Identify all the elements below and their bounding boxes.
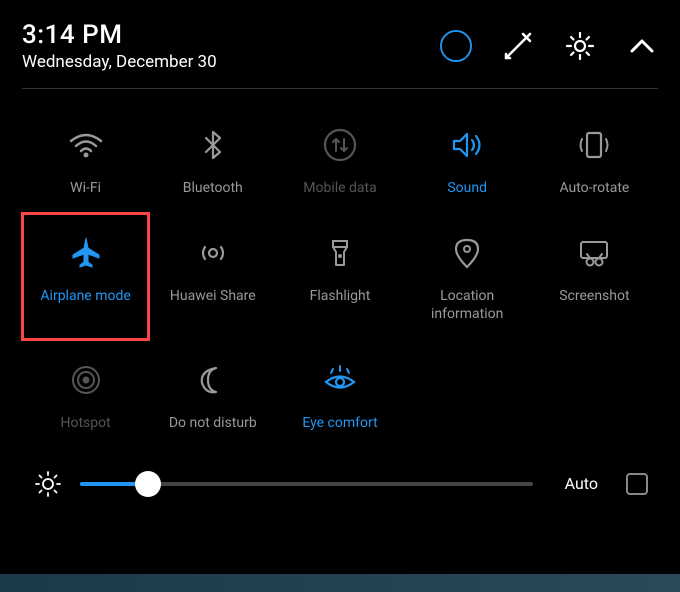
header: 3:14 PM Wednesday, December 30 xyxy=(22,20,658,89)
slider-thumb[interactable] xyxy=(135,471,161,497)
datetime[interactable]: 3:14 PM Wednesday, December 30 xyxy=(22,20,217,72)
sound-label: Sound xyxy=(447,179,487,197)
brightness-icon xyxy=(32,468,64,500)
collapse-icon[interactable] xyxy=(626,30,658,62)
flashlight-icon xyxy=(316,229,364,277)
quick-settings-grid: Wi-Fi Bluetooth Mobile data xyxy=(22,105,658,448)
screenshot-label: Screenshot xyxy=(559,287,629,305)
eye-comfort-icon xyxy=(316,356,364,404)
airplane-icon xyxy=(62,229,110,277)
eye-comfort-label: Eye comfort xyxy=(302,414,377,432)
auto-rotate-toggle[interactable]: Auto-rotate xyxy=(531,105,658,213)
location-label: Location information xyxy=(431,287,503,323)
huawei-share-label: Huawei Share xyxy=(170,287,256,305)
location-icon xyxy=(443,229,491,277)
location-toggle[interactable]: Location information xyxy=(404,213,531,339)
screenshot-button[interactable]: Screenshot xyxy=(531,213,658,339)
sound-icon xyxy=(443,121,491,169)
auto-rotate-label: Auto-rotate xyxy=(559,179,629,197)
bluetooth-icon xyxy=(189,121,237,169)
auto-rotate-icon xyxy=(570,121,618,169)
airplane-mode-label: Airplane mode xyxy=(40,287,130,305)
sound-toggle[interactable]: Sound xyxy=(404,105,531,213)
mobile-data-icon xyxy=(316,121,364,169)
screenshot-icon xyxy=(570,229,618,277)
time-text: 3:14 PM xyxy=(22,20,217,50)
settings-icon[interactable] xyxy=(564,30,596,62)
header-actions xyxy=(440,30,658,62)
flashlight-label: Flashlight xyxy=(310,287,371,305)
auto-brightness-label: Auto xyxy=(565,474,598,493)
airplane-mode-toggle[interactable]: Airplane mode xyxy=(22,213,149,339)
mobile-data-label: Mobile data xyxy=(303,179,376,197)
auto-brightness-checkbox[interactable] xyxy=(626,473,648,495)
brightness-row: Auto xyxy=(22,448,658,520)
bluetooth-label: Bluetooth xyxy=(183,179,243,197)
dnd-icon xyxy=(189,356,237,404)
hotspot-toggle[interactable]: Hotspot xyxy=(22,340,149,448)
mobile-data-toggle[interactable]: Mobile data xyxy=(276,105,403,213)
bottom-gradient xyxy=(0,574,680,592)
huawei-share-toggle[interactable]: Huawei Share xyxy=(149,213,276,339)
flashlight-toggle[interactable]: Flashlight xyxy=(276,213,403,339)
wifi-toggle[interactable]: Wi-Fi xyxy=(22,105,149,213)
date-text: Wednesday, December 30 xyxy=(22,52,217,72)
brightness-slider[interactable] xyxy=(80,482,533,486)
dnd-label: Do not disturb xyxy=(169,414,257,432)
edit-icon[interactable] xyxy=(502,30,534,62)
eye-comfort-toggle[interactable]: Eye comfort xyxy=(276,340,403,448)
huawei-share-icon xyxy=(189,229,237,277)
hotspot-icon xyxy=(62,356,110,404)
hotspot-label: Hotspot xyxy=(60,414,110,432)
profile-icon[interactable] xyxy=(440,30,472,62)
wifi-icon xyxy=(62,121,110,169)
bluetooth-toggle[interactable]: Bluetooth xyxy=(149,105,276,213)
dnd-toggle[interactable]: Do not disturb xyxy=(149,340,276,448)
wifi-label: Wi-Fi xyxy=(70,179,101,197)
